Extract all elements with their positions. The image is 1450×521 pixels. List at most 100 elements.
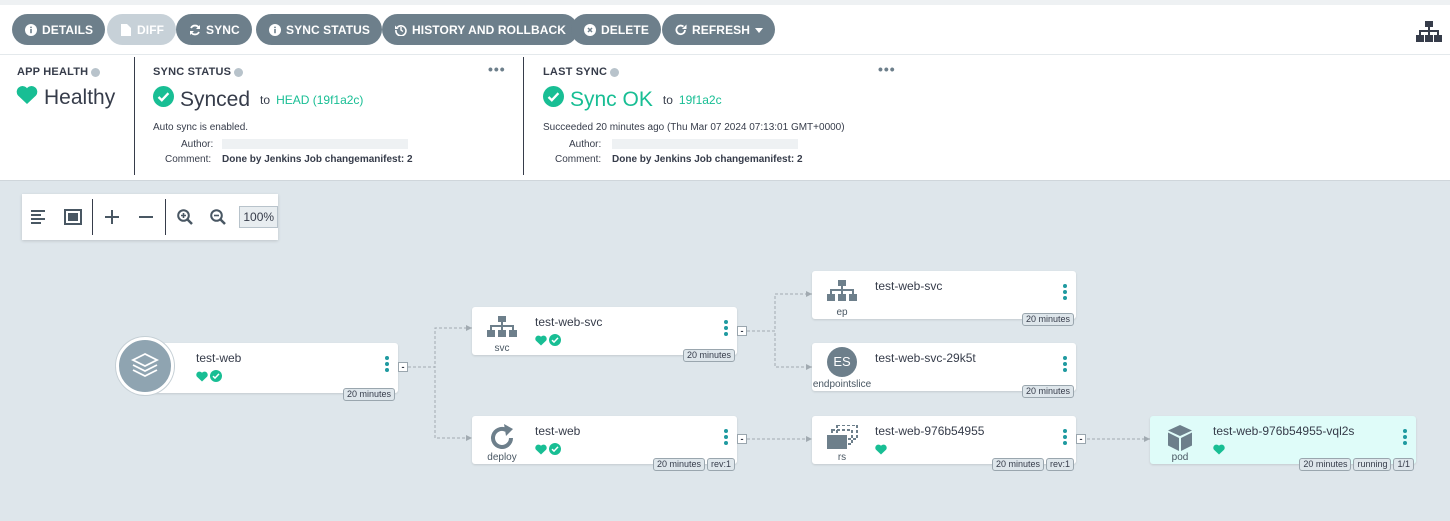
deploy-node[interactable]: deploy test-web 20 minutes rev:1 bbox=[472, 416, 737, 471]
heart-icon bbox=[196, 369, 208, 387]
times-circle-icon bbox=[583, 23, 596, 36]
collapse-toggle[interactable]: - bbox=[737, 326, 747, 336]
rs-node[interactable]: rs test-web-976b54955 20 minutes rev:1 bbox=[812, 416, 1076, 471]
sync-status-value: Synced to HEAD (19f1a2c) bbox=[153, 86, 363, 113]
node-name: test-web bbox=[535, 424, 581, 438]
status-panel: APP HEALTH Healthy SYNC STATUS ••• Synce… bbox=[0, 54, 1450, 181]
node-name: test-web-svc bbox=[875, 279, 943, 293]
node-menu-button[interactable] bbox=[385, 356, 389, 374]
node-name: test-web-976b54955 bbox=[875, 424, 985, 438]
node-menu-button[interactable] bbox=[1403, 429, 1407, 447]
age-tag: 20 minutes bbox=[682, 349, 735, 362]
node-kind: rs bbox=[837, 452, 847, 463]
endpointslice-node[interactable]: ES endpointslice test-web-svc-29k5t 20 m… bbox=[812, 343, 1076, 398]
auto-sync-text: Auto sync is enabled. bbox=[153, 122, 249, 133]
sync-icon bbox=[188, 23, 201, 36]
age-tag: 20 minutes bbox=[652, 458, 705, 471]
author-value bbox=[222, 139, 408, 149]
file-icon bbox=[119, 23, 132, 36]
node-status bbox=[875, 442, 887, 460]
sync-status-to: to bbox=[260, 92, 271, 107]
details-button[interactable]: DETAILS bbox=[12, 14, 106, 45]
divider bbox=[134, 57, 135, 175]
help-icon[interactable] bbox=[234, 67, 244, 77]
collapse-toggle[interactable]: - bbox=[398, 362, 408, 372]
node-name: test-web bbox=[196, 351, 242, 365]
node-kind: deploy bbox=[487, 452, 517, 463]
node-status bbox=[196, 369, 222, 387]
sync-status-button[interactable]: SYNC STATUS bbox=[256, 14, 382, 45]
sync-button-label: SYNC bbox=[206, 22, 240, 37]
redo-icon bbox=[674, 23, 687, 36]
delete-button[interactable]: DELETE bbox=[571, 14, 661, 45]
age-tag: 20 minutes bbox=[342, 388, 395, 401]
node-menu-button[interactable] bbox=[1063, 356, 1067, 374]
author-label: Author: bbox=[181, 139, 214, 150]
heart-icon bbox=[875, 442, 887, 460]
pod-ready-tag: 1/1 bbox=[1393, 458, 1414, 471]
age-tag: 20 minutes bbox=[1021, 385, 1074, 398]
check-circle-icon bbox=[543, 86, 564, 113]
app-health-title: APP HEALTH bbox=[17, 66, 101, 78]
check-circle-icon bbox=[153, 86, 174, 113]
node-kind: endpointslice bbox=[812, 379, 872, 390]
refresh-button-label: REFRESH bbox=[692, 22, 751, 37]
heart-icon bbox=[535, 333, 547, 351]
heart-icon bbox=[16, 85, 38, 111]
revision-tag: rev:1 bbox=[1045, 458, 1074, 471]
collapse-toggle[interactable]: - bbox=[737, 434, 747, 444]
last-sync-revision-link[interactable]: 19f1a2c bbox=[679, 93, 722, 107]
node-kind: ep bbox=[836, 307, 848, 318]
last-sync-to: to bbox=[662, 92, 673, 107]
app-node[interactable]: test-web 20 minutes bbox=[140, 343, 398, 401]
resource-graph[interactable]: 100% test-web 20 minutes - svc test-web-… bbox=[0, 181, 1450, 521]
sync-status-button-label: SYNC STATUS bbox=[286, 22, 370, 37]
help-icon[interactable] bbox=[610, 67, 620, 77]
check-circle-icon bbox=[210, 369, 222, 387]
diff-button-label: DIFF bbox=[137, 22, 165, 37]
node-kind: svc bbox=[494, 343, 510, 354]
details-button-label: DETAILS bbox=[42, 22, 94, 37]
node-menu-button[interactable] bbox=[724, 320, 728, 338]
check-circle-icon bbox=[549, 333, 561, 351]
sync-status-revision-link[interactable]: HEAD (19f1a2c) bbox=[276, 93, 363, 107]
help-icon[interactable] bbox=[91, 67, 101, 77]
author-label: Author: bbox=[569, 139, 602, 150]
sync-button[interactable]: SYNC bbox=[176, 14, 252, 45]
diff-button[interactable]: DIFF bbox=[107, 14, 177, 45]
sync-status-more-button[interactable]: ••• bbox=[488, 61, 506, 77]
node-menu-button[interactable] bbox=[1063, 429, 1067, 447]
node-status bbox=[535, 333, 561, 351]
comment-value: Done by Jenkins Job changemanifest: 2 bbox=[222, 154, 413, 165]
refresh-button[interactable]: REFRESH bbox=[662, 14, 776, 45]
history-rollback-button-label: HISTORY AND ROLLBACK bbox=[412, 22, 567, 37]
node-kind: pod bbox=[1171, 452, 1189, 463]
check-circle-icon bbox=[549, 442, 561, 460]
age-tag: 20 minutes bbox=[1299, 458, 1352, 471]
collapse-toggle[interactable]: - bbox=[1076, 434, 1086, 444]
node-name: test-web-svc bbox=[535, 315, 603, 329]
node-name: test-web-976b54955-vql2s bbox=[1213, 424, 1355, 438]
info-circle-icon bbox=[268, 23, 281, 36]
node-status bbox=[1213, 442, 1225, 460]
node-status bbox=[535, 442, 561, 460]
author-value bbox=[612, 139, 798, 149]
ep-node[interactable]: ep test-web-svc 20 minutes bbox=[812, 271, 1076, 326]
last-sync-more-button[interactable]: ••• bbox=[878, 61, 896, 77]
last-sync-value: Sync OK to 19f1a2c bbox=[543, 86, 722, 113]
pod-node[interactable]: pod test-web-976b54955-vql2s 20 minutes … bbox=[1150, 416, 1416, 471]
info-circle-icon bbox=[24, 23, 37, 36]
age-tag: 20 minutes bbox=[1021, 313, 1074, 326]
succeeded-text: Succeeded 20 minutes ago (Thu Mar 07 202… bbox=[543, 122, 845, 133]
node-menu-button[interactable] bbox=[1063, 284, 1067, 302]
svc-node[interactable]: svc test-web-svc 20 minutes bbox=[472, 307, 737, 362]
heart-icon bbox=[1213, 442, 1225, 460]
history-rollback-button[interactable]: HISTORY AND ROLLBACK bbox=[382, 14, 579, 45]
comment-label: Comment: bbox=[165, 154, 212, 165]
node-menu-button[interactable] bbox=[724, 429, 728, 447]
pod-status-tag: running bbox=[1353, 458, 1392, 471]
revision-tag: rev:1 bbox=[706, 458, 735, 471]
sync-status-title: SYNC STATUS bbox=[153, 66, 244, 78]
sitemap-icon[interactable] bbox=[1416, 21, 1442, 43]
caret-down-icon bbox=[755, 23, 764, 37]
